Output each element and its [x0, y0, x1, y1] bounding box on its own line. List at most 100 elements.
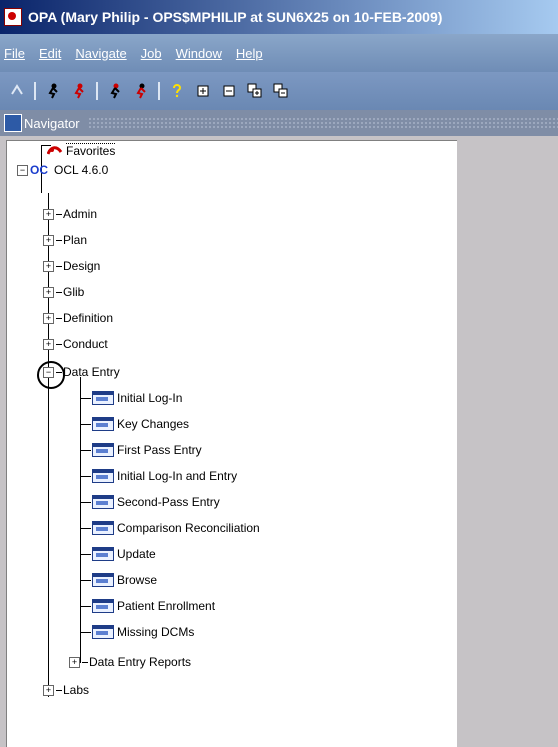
tree-connector	[81, 501, 91, 503]
expand-icon[interactable]: +	[69, 656, 80, 668]
tree-item-label: OCL 4.6.0	[54, 163, 109, 177]
tree-item-label: Patient Enrollment	[117, 599, 216, 613]
menu-job[interactable]: Job	[141, 46, 162, 61]
navigator-drag-handle[interactable]	[87, 117, 558, 129]
form-icon	[92, 599, 114, 613]
form-icon	[92, 443, 114, 457]
app-icon	[4, 8, 22, 26]
collapse-icon[interactable]: −	[17, 164, 28, 176]
tree-connector	[81, 397, 91, 399]
tree-connector	[81, 475, 91, 477]
tree-connector	[82, 661, 88, 663]
undo-icon[interactable]	[6, 80, 28, 102]
tree-item-data-entry[interactable]: − Data Entry	[43, 363, 120, 381]
form-item[interactable]: Key Changes	[81, 415, 189, 433]
tree-item-label: Favorites	[66, 142, 116, 158]
navigator-tree: Favorites − OC OCL 4.6.0 + Admin + Plan …	[7, 141, 457, 747]
navigator-header: Navigator	[0, 110, 558, 136]
tree-connector	[56, 371, 62, 373]
tree-connector	[56, 239, 62, 241]
tree-connector	[56, 343, 62, 345]
expand-icon[interactable]: +	[43, 312, 54, 324]
tree-connector	[81, 527, 91, 529]
tree-connector	[81, 579, 91, 581]
form-item[interactable]: Second-Pass Entry	[81, 493, 220, 511]
form-icon	[92, 625, 114, 639]
tree-item-plan[interactable]: + Plan	[43, 231, 87, 249]
toolbar	[0, 72, 558, 110]
navigator-title: Navigator	[24, 115, 80, 131]
tree-item-label: Conduct	[63, 337, 108, 351]
tree-item-labs[interactable]: + Labs	[43, 681, 89, 699]
form-item[interactable]: First Pass Entry	[81, 441, 202, 459]
expand-icon[interactable]: +	[43, 338, 54, 350]
tree-item-label: Initial Log-In and Entry	[117, 469, 238, 483]
runner-icon[interactable]	[130, 80, 152, 102]
root-prefix: OC	[30, 163, 48, 177]
runner-icon[interactable]	[104, 80, 126, 102]
window-title: OPA (Mary Philip - OPS$MPHILIP at SUN6X2…	[28, 9, 443, 25]
tree-item-label: Admin	[63, 207, 98, 221]
form-item[interactable]: Comparison Reconciliation	[81, 519, 260, 537]
form-item[interactable]: Initial Log-In and Entry	[81, 467, 237, 485]
tree-item-conduct[interactable]: + Conduct	[43, 335, 108, 353]
tree-connector	[56, 689, 62, 691]
tree-item-label: Missing DCMs	[117, 625, 195, 639]
form-item[interactable]: Initial Log-In	[81, 389, 182, 407]
tree-item-design[interactable]: + Design	[43, 257, 100, 275]
expand-icon[interactable]: +	[43, 684, 54, 696]
tree-item-label: Second-Pass Entry	[117, 495, 220, 509]
tree-connector	[81, 423, 91, 425]
menu-window[interactable]: Window	[176, 46, 222, 61]
runner-icon[interactable]	[68, 80, 90, 102]
menu-bar: File Edit Navigate Job Window Help	[0, 34, 558, 72]
expand-all-icon[interactable]	[244, 80, 266, 102]
menu-help[interactable]: Help	[236, 46, 263, 61]
help-icon[interactable]	[166, 80, 188, 102]
tree-connector	[56, 213, 62, 215]
tree-item-glib[interactable]: + Glib	[43, 283, 84, 301]
tree-item-label: Glib	[63, 285, 85, 299]
tree-item-label: Labs	[63, 683, 90, 697]
tree-item-label: Update	[117, 547, 156, 561]
menu-file[interactable]: File	[4, 46, 25, 61]
form-item[interactable]: Update	[81, 545, 156, 563]
collapse-all-icon[interactable]	[270, 80, 292, 102]
tree-item-favorites[interactable]: Favorites	[47, 141, 116, 159]
tree-item-label: Initial Log-In	[117, 391, 183, 405]
tree-connector	[56, 291, 62, 293]
runner-icon[interactable]	[42, 80, 64, 102]
expand-icon[interactable]	[192, 80, 214, 102]
title-bar: OPA (Mary Philip - OPS$MPHILIP at SUN6X2…	[0, 0, 558, 34]
form-item[interactable]: Patient Enrollment	[81, 597, 215, 615]
tree-connector	[56, 265, 62, 267]
tree-connector	[81, 631, 91, 633]
tree-item-definition[interactable]: + Definition	[43, 309, 113, 327]
tree-item-label: Plan	[63, 233, 88, 247]
collapse-icon[interactable]	[218, 80, 240, 102]
tree-connector	[81, 553, 91, 555]
tree-item-label: First Pass Entry	[117, 443, 202, 457]
tree-item-admin[interactable]: + Admin	[43, 205, 97, 223]
collapse-icon[interactable]: −	[43, 366, 54, 378]
form-item[interactable]: Missing DCMs	[81, 623, 194, 641]
form-icon	[92, 495, 114, 509]
tree-item-label: Definition	[63, 311, 114, 325]
expand-icon[interactable]: +	[43, 260, 54, 272]
menu-navigate[interactable]: Navigate	[75, 46, 126, 61]
tree-item-data-entry-reports[interactable]: + Data Entry Reports	[69, 653, 191, 671]
navigator-icon	[4, 114, 22, 132]
form-item[interactable]: Browse	[81, 571, 157, 589]
tree-item-label: Key Changes	[117, 417, 190, 431]
tree-item-label: Design	[63, 259, 101, 273]
navigator-tree-pane: Favorites − OC OCL 4.6.0 + Admin + Plan …	[6, 140, 457, 747]
tree-connector	[81, 605, 91, 607]
tree-item-root[interactable]: − OC OCL 4.6.0	[17, 161, 108, 179]
tree-item-label: Browse	[117, 573, 158, 587]
expand-icon[interactable]: +	[43, 208, 54, 220]
toolbar-separator	[96, 82, 98, 100]
expand-icon[interactable]: +	[43, 234, 54, 246]
expand-icon[interactable]: +	[43, 286, 54, 298]
menu-edit[interactable]: Edit	[39, 46, 61, 61]
tree-item-label: Comparison Reconciliation	[117, 521, 260, 535]
